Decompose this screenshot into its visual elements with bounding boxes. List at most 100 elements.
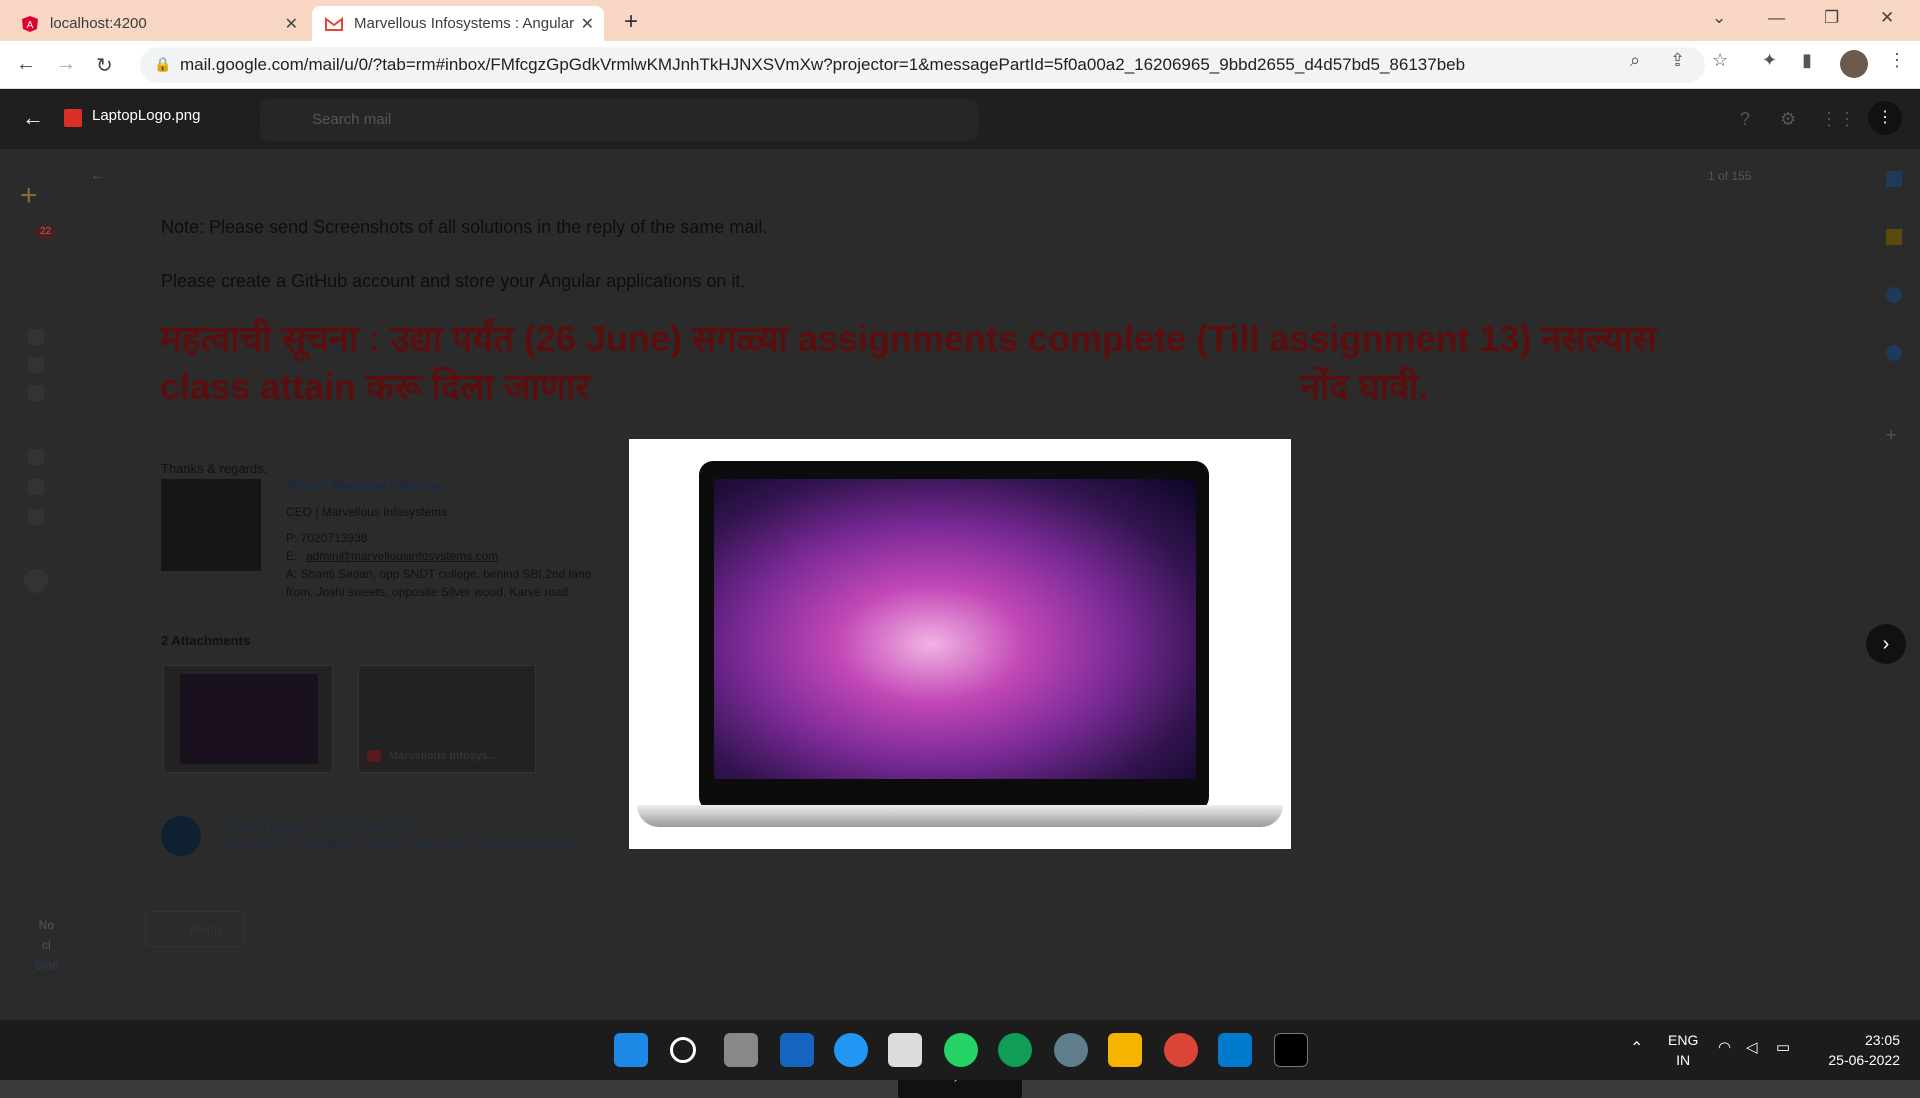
keep-icon[interactable] <box>1886 229 1902 245</box>
expiry-note: You do not have the option to forward, c… <box>221 837 576 849</box>
browser-tab-strip: A localhost:4200 ✕ Marvellous Infosystem… <box>0 0 1920 41</box>
email-note-github: Please create a GitHub account and store… <box>161 271 746 291</box>
clock-date: 25-06-2022 <box>1828 1052 1900 1068</box>
forward-button[interactable]: → <box>56 53 76 76</box>
help-icon[interactable]: ? <box>1740 109 1750 130</box>
signature-phone: P: 7020713938 <box>286 531 368 545</box>
more-options-icon[interactable]: ⋮ <box>1868 101 1902 135</box>
gmail-page: ← LaptopLogo.png Search mail ? ⚙ ⋮⋮ ⋮ ← … <box>0 89 1920 1098</box>
volume-icon[interactable]: ◁ <box>1746 1038 1758 1056</box>
reload-button[interactable]: ↻ <box>96 53 113 78</box>
widgets-icon[interactable] <box>780 1033 814 1067</box>
search-icon[interactable] <box>670 1037 696 1063</box>
tab-gmail[interactable]: Marvellous Infosystems : Angular ✕ <box>312 6 604 41</box>
signature-email-link[interactable]: admin@marvellousinfosystems.com <box>306 549 498 563</box>
spaces-icon[interactable] <box>28 509 44 525</box>
laptop-screen <box>714 479 1196 779</box>
calendar-icon[interactable] <box>1886 171 1902 187</box>
drafts-icon[interactable] <box>28 385 44 401</box>
sent-icon[interactable] <box>28 357 44 373</box>
snooze-icon[interactable] <box>28 329 44 345</box>
language-code: ENG <box>1668 1032 1699 1048</box>
pdf-icon <box>367 750 381 762</box>
signature-address1: A: Shanti Sadan, opp SNDT college, behin… <box>286 567 592 581</box>
windows-taskbar: ⌃ ENG IN ◠ ◁ ▭ 23:05 25-06-2022 <box>0 1020 1920 1080</box>
sidebar-text-line: cl <box>42 938 51 952</box>
viewer-filename: LaptopLogo.png <box>92 107 201 124</box>
chevron-up-icon[interactable]: ⌃ <box>1630 1038 1643 1058</box>
side-panel-icon[interactable]: ▮ <box>1802 50 1812 71</box>
tasks-icon[interactable] <box>1886 287 1902 303</box>
whatsapp-icon[interactable] <box>944 1033 978 1067</box>
email-note-screenshots: Note: Please send Screenshots of all sol… <box>161 217 768 237</box>
signature-photo <box>161 479 261 571</box>
gear-icon[interactable]: ⚙ <box>1780 109 1796 130</box>
meet-icon[interactable] <box>28 479 44 495</box>
signature-regards: Thanks & regards, <box>161 461 268 476</box>
email-notice-line2: class attain करू दिला जाणार <box>160 366 591 407</box>
tab-search-icon[interactable]: ⌄ <box>1712 8 1726 28</box>
angular-icon: A <box>20 14 40 34</box>
chrome-icon[interactable] <box>1164 1033 1198 1067</box>
attachment-pdf-thumb[interactable]: Marvellous Infosys... <box>358 665 536 773</box>
inbox-badge: 22 <box>36 225 56 238</box>
minimize-button[interactable]: — <box>1768 8 1785 28</box>
back-to-inbox-icon[interactable]: ← <box>90 167 104 183</box>
close-viewer-back-icon[interactable]: ← <box>22 105 44 131</box>
menu-icon[interactable]: ⋮ <box>1888 50 1906 71</box>
close-window-button[interactable]: ✕ <box>1880 8 1894 28</box>
terminal-icon[interactable] <box>1274 1033 1308 1067</box>
task-view-icon[interactable] <box>724 1033 758 1067</box>
file-explorer-icon[interactable] <box>1108 1033 1142 1067</box>
message-counter: 1 of 155 <box>1708 169 1752 183</box>
maximize-button[interactable]: ❐ <box>1824 8 1839 28</box>
attachment-preview-image <box>629 439 1291 849</box>
email-notice-line2-end: नोंद घावी. <box>1300 366 1429 407</box>
url-text: mail.google.com/mail/u/0/?tab=rm#inbox/F… <box>180 55 1466 74</box>
svg-text:A: A <box>27 20 34 31</box>
vscode-icon[interactable] <box>1218 1033 1252 1067</box>
sidebar-text-line: No <box>38 918 55 932</box>
language-indicator[interactable]: ENG IN <box>1668 1030 1698 1070</box>
extensions-icon[interactable]: ✦ <box>1762 50 1777 71</box>
signature-address2: from, Joshi sweets, opposite Silver wood… <box>286 585 569 599</box>
share-icon[interactable]: ⇪ <box>1670 50 1685 71</box>
next-attachment-button[interactable]: › <box>1866 624 1906 664</box>
chat-icon[interactable] <box>28 449 44 465</box>
reply-button[interactable]: Reply <box>145 911 245 947</box>
start-icon[interactable] <box>614 1033 648 1067</box>
new-tab-button[interactable]: + <box>624 8 638 36</box>
bookmark-star-icon[interactable]: ☆ <box>1712 50 1728 71</box>
tab-localhost[interactable]: A localhost:4200 ✕ <box>8 6 308 41</box>
sidebar-text: No cl Stan <box>34 915 59 975</box>
compose-icon[interactable]: + <box>20 179 38 213</box>
system-clock[interactable]: 23:05 25-06-2022 <box>1828 1030 1900 1070</box>
search-input[interactable]: Search mail <box>260 99 978 141</box>
close-tab-icon[interactable]: ✕ <box>285 14 298 34</box>
avatar[interactable] <box>24 569 48 593</box>
help-app-icon[interactable] <box>834 1033 868 1067</box>
edge-icon[interactable] <box>998 1033 1032 1067</box>
back-button[interactable]: ← <box>16 53 36 76</box>
expiry-text: Content expires on 23 Sept 2022. <box>221 818 415 833</box>
add-app-icon[interactable]: + <box>1886 425 1897 446</box>
store-icon[interactable] <box>888 1033 922 1067</box>
attachment-image-thumb[interactable] <box>163 665 333 773</box>
apps-grid-icon[interactable]: ⋮⋮ <box>1820 109 1856 130</box>
signature-title: CEO | Marvellous Infosystems <box>286 505 448 519</box>
clock-icon <box>161 816 201 856</box>
gmail-icon <box>324 14 344 34</box>
avatar[interactable] <box>1840 50 1868 78</box>
close-tab-icon[interactable]: ✕ <box>581 14 594 34</box>
wifi-icon[interactable]: ◠ <box>1718 1038 1731 1056</box>
url-input[interactable]: 🔒 mail.google.com/mail/u/0/?tab=rm#inbox… <box>140 47 1705 83</box>
laptop-illustration <box>699 461 1209 811</box>
tab-title: Marvellous Infosystems : Angular <box>354 15 574 32</box>
tab-title: localhost:4200 <box>50 15 147 32</box>
contacts-icon[interactable] <box>1886 345 1902 361</box>
email-notice-line1: महत्वाची सूचना : उद्या पर्यंत (26 June) … <box>160 318 1657 359</box>
battery-icon[interactable]: ▭ <box>1776 1038 1790 1056</box>
attachments-label: 2 Attachments <box>161 633 251 648</box>
settings-icon[interactable] <box>1054 1033 1088 1067</box>
zoom-icon[interactable]: ⌕ <box>1630 50 1640 71</box>
